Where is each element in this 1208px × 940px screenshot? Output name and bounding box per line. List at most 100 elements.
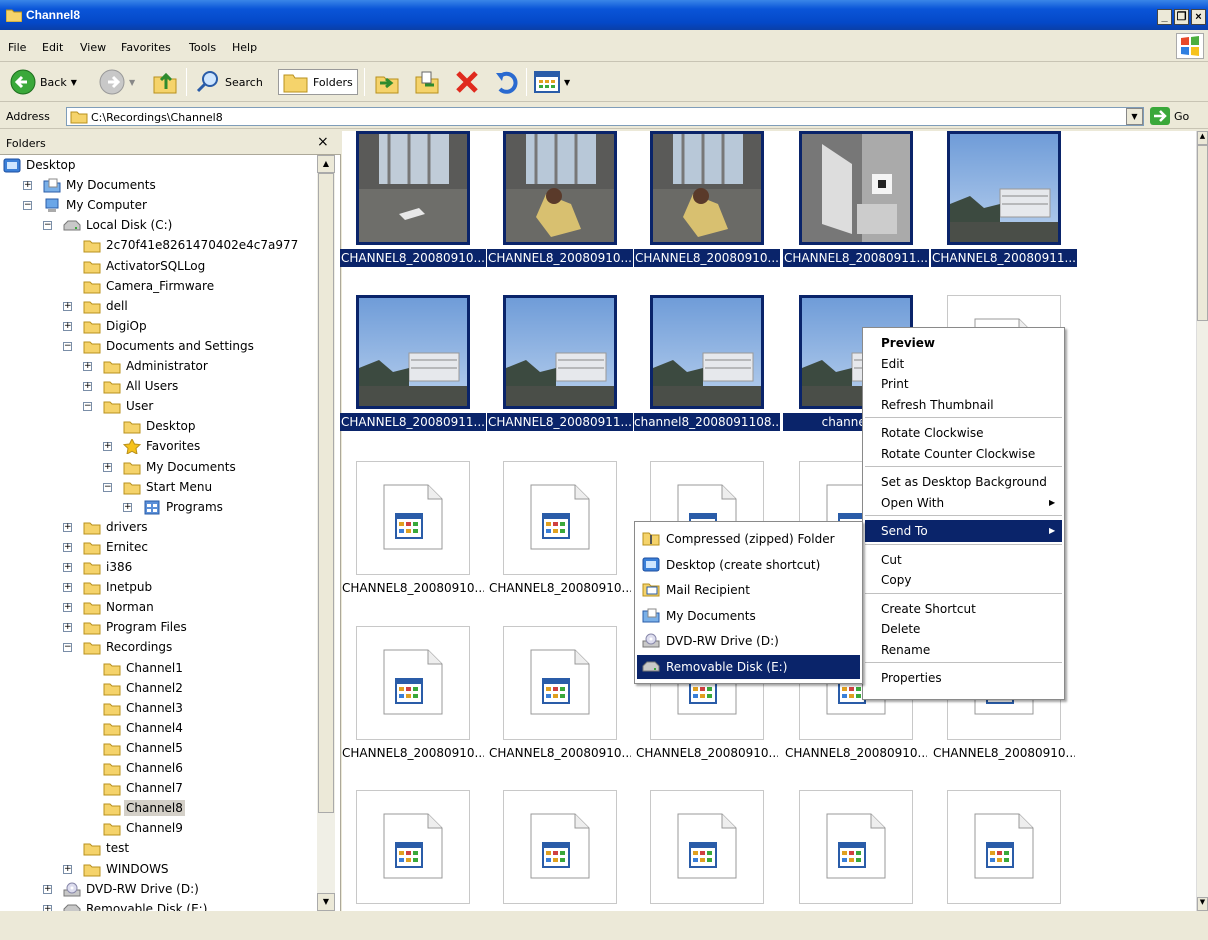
send-to-item-compressed-zipped-folder[interactable]: Compressed (zipped) Folder	[637, 527, 860, 551]
tree-item[interactable]: Channel5	[0, 739, 316, 759]
menu-edit[interactable]: Edit	[42, 41, 63, 54]
tree-item[interactable]: Camera_Firmware	[0, 277, 316, 297]
undo-button[interactable]	[494, 69, 520, 95]
context-menu-item-edit[interactable]: Edit	[865, 353, 1062, 375]
image-thumbnail-item[interactable]: channel8_2008091108...	[636, 295, 778, 445]
tree-item[interactable]: +Removable Disk (E:)	[0, 900, 316, 911]
expand-icon[interactable]: +	[63, 563, 72, 572]
collapse-icon[interactable]: −	[23, 201, 32, 210]
expand-icon[interactable]: +	[63, 523, 72, 532]
forward-button[interactable]: ▼	[99, 69, 135, 95]
tree-item[interactable]: +Norman	[0, 598, 316, 618]
menu-view[interactable]: View	[80, 41, 106, 54]
tree-item[interactable]: +Ernitec	[0, 538, 316, 558]
tree-item[interactable]: 2c70f41e8261470402e4c7a977	[0, 236, 316, 256]
image-thumbnail-item[interactable]: CHANNEL8_20080911...	[933, 131, 1075, 281]
expand-icon[interactable]: +	[63, 865, 72, 874]
tree-item[interactable]: Channel4	[0, 719, 316, 739]
expand-icon[interactable]: +	[83, 362, 92, 371]
file-view-scrollbar[interactable]: ▲ ▼	[1196, 131, 1208, 911]
back-button[interactable]: Back ▼	[10, 69, 77, 95]
tree-item[interactable]: +All Users	[0, 377, 316, 397]
tree-item[interactable]: +Programs	[0, 498, 316, 518]
tree-item[interactable]: −Start Menu	[0, 478, 316, 498]
image-thumbnail-item[interactable]: CHANNEL8_20080910...	[636, 131, 778, 281]
image-thumbnail-item[interactable]: CHANNEL8_20080911...	[489, 295, 631, 445]
image-thumbnail-item[interactable]: CHANNEL8_20080911...	[342, 295, 484, 445]
tree-item[interactable]: +DVD-RW Drive (D:)	[0, 880, 316, 900]
context-menu-item-preview[interactable]: Preview	[865, 332, 1062, 354]
file-item[interactable]	[933, 790, 1075, 940]
tree-item[interactable]: Desktop	[0, 417, 316, 437]
expand-icon[interactable]: +	[43, 885, 52, 894]
context-menu-item-copy[interactable]: Copy	[865, 569, 1062, 591]
expand-icon[interactable]: +	[63, 583, 72, 592]
move-to-button[interactable]	[374, 69, 400, 95]
expand-icon[interactable]: +	[103, 442, 112, 451]
collapse-icon[interactable]: −	[63, 342, 72, 351]
scroll-up-button[interactable]: ▲	[317, 155, 335, 173]
forward-dropdown-icon[interactable]: ▼	[129, 78, 135, 87]
title-bar[interactable]: Channel8 _ ❐ ×	[0, 0, 1208, 30]
tree-item[interactable]: +My Documents	[0, 176, 316, 196]
image-thumbnail-item[interactable]: CHANNEL8_20080910...	[342, 131, 484, 281]
expand-icon[interactable]: +	[83, 382, 92, 391]
minimize-button[interactable]: _	[1157, 9, 1172, 25]
context-menu-item-set-as-desktop-background[interactable]: Set as Desktop Background	[865, 471, 1062, 493]
file-item[interactable]	[785, 790, 927, 940]
views-button[interactable]: ▼	[534, 69, 570, 95]
expand-icon[interactable]: +	[123, 503, 132, 512]
tree-item[interactable]: +Program Files	[0, 618, 316, 638]
collapse-icon[interactable]: −	[43, 221, 52, 230]
tree-item[interactable]: Channel3	[0, 699, 316, 719]
send-to-item-removable-disk-e-[interactable]: Removable Disk (E:)	[637, 655, 860, 679]
send-to-item-my-documents[interactable]: My Documents	[637, 604, 860, 628]
context-menu-item-rotate-counter-clockwise[interactable]: Rotate Counter Clockwise	[865, 443, 1062, 465]
go-button[interactable]: Go	[1150, 107, 1189, 125]
file-item[interactable]	[342, 790, 484, 940]
tree-item[interactable]: Channel1	[0, 659, 316, 679]
expand-icon[interactable]: +	[63, 623, 72, 632]
file-item[interactable]: CHANNEL8_20080910...	[342, 461, 484, 611]
context-menu-item-rename[interactable]: Rename	[865, 639, 1062, 661]
menu-help[interactable]: Help	[232, 41, 257, 54]
collapse-icon[interactable]: −	[83, 402, 92, 411]
tree-item[interactable]: +dell	[0, 297, 316, 317]
collapse-icon[interactable]: −	[63, 643, 72, 652]
tree-item[interactable]: +i386	[0, 558, 316, 578]
delete-button[interactable]	[454, 69, 480, 95]
up-folder-button[interactable]	[152, 69, 178, 95]
tree-item[interactable]: +Administrator	[0, 357, 316, 377]
folder-tree-scrollbar[interactable]: ▲ ▼	[317, 155, 335, 911]
context-menu-item-send-to[interactable]: Send To▶	[865, 520, 1062, 542]
address-input[interactable]: C:\Recordings\Channel8	[66, 107, 1144, 126]
address-dropdown-button[interactable]: ▼	[1126, 108, 1143, 125]
file-item[interactable]	[489, 790, 631, 940]
expand-icon[interactable]: +	[63, 302, 72, 311]
tree-item[interactable]: +My Documents	[0, 458, 316, 478]
tree-item[interactable]: −Recordings	[0, 638, 316, 658]
tree-item[interactable]: Channel2	[0, 679, 316, 699]
search-button[interactable]: Search	[195, 69, 263, 95]
scrollbar-thumb[interactable]	[1197, 145, 1208, 321]
expand-icon[interactable]: +	[63, 322, 72, 331]
context-menu-item-cut[interactable]: Cut	[865, 549, 1062, 571]
context-menu-item-create-shortcut[interactable]: Create Shortcut	[865, 598, 1062, 620]
tree-item[interactable]: −Documents and Settings	[0, 337, 316, 357]
tree-item[interactable]: +Favorites	[0, 437, 316, 457]
scroll-down-button[interactable]: ▼	[1197, 897, 1208, 911]
tree-item[interactable]: ActivatorSQLLog	[0, 257, 316, 277]
file-item[interactable]	[636, 790, 778, 940]
menu-file[interactable]: File	[8, 41, 26, 54]
expand-icon[interactable]: +	[23, 181, 32, 190]
tree-item[interactable]: Channel9	[0, 819, 316, 839]
tree-item[interactable]: Channel6	[0, 759, 316, 779]
back-dropdown-icon[interactable]: ▼	[71, 78, 77, 87]
tree-item[interactable]: test	[0, 839, 316, 859]
send-to-item-mail-recipient[interactable]: Mail Recipient	[637, 578, 860, 602]
menu-tools[interactable]: Tools	[189, 41, 216, 54]
file-item[interactable]: CHANNEL8_20080910...	[489, 461, 631, 611]
collapse-icon[interactable]: −	[103, 483, 112, 492]
tree-item[interactable]: −User	[0, 397, 316, 417]
copy-to-button[interactable]	[414, 69, 440, 95]
